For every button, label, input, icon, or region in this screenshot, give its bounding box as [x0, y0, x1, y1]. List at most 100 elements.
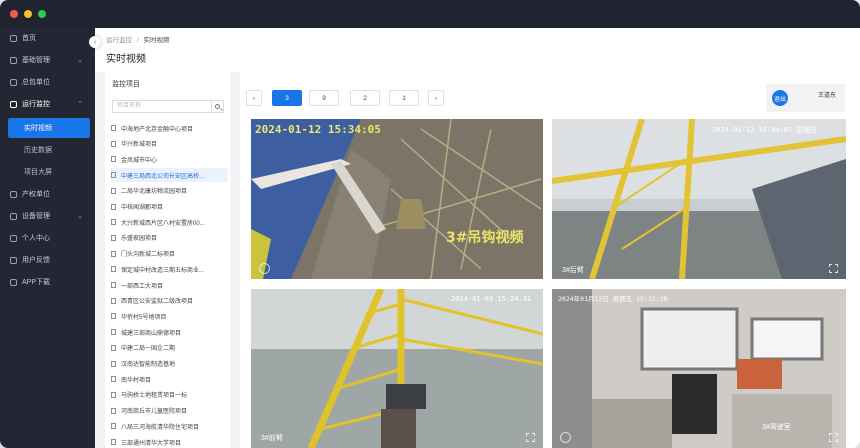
sidebar-item-label: 总包单位	[22, 79, 50, 86]
sidebar-item-app-download[interactable]: APP下载	[0, 272, 95, 292]
project-search-input[interactable]: 项目名称	[112, 100, 212, 113]
project-name: 二局华北康坊物流园项目	[121, 189, 188, 196]
project-list-item[interactable]: 马驹桥土地租赁项目一标	[111, 388, 228, 402]
breadcrumb-separator: /	[136, 37, 139, 44]
title-bar	[0, 0, 860, 28]
project-name: 中建二局一国企二期	[121, 346, 176, 353]
sidebar-item-label: 产权单位	[22, 191, 50, 198]
sidebar-subitem-history[interactable]: 历史数据	[0, 140, 95, 160]
maximize-window-button[interactable]	[38, 10, 46, 18]
project-list-item[interactable]: 西青区公安监狱二级改项目	[111, 294, 228, 308]
document-icon	[111, 282, 116, 288]
camera-feed-hook[interactable]: 2024-01-12 15:34:05 3#吊钩视频	[251, 119, 543, 279]
project-name: 南华村项目	[121, 377, 152, 384]
project-list-item[interactable]: 汉南达智能制造基地	[111, 357, 228, 371]
document-icon	[111, 250, 116, 257]
project-list-item[interactable]: 大兴新城西片区八村安置房00...	[111, 215, 228, 229]
document-icon	[111, 297, 116, 304]
pager-page-1[interactable]: 3	[272, 90, 302, 106]
pager-next-button[interactable]: ›	[428, 90, 444, 106]
sidebar-item-label: 基础管理	[22, 57, 50, 64]
video-panel: ‹ 3 9 2 1 › 退出 王道东 2024-01-12 15:34:05 3…	[240, 72, 860, 448]
feedback-icon	[10, 256, 17, 264]
sidebar-item-label: 首页	[22, 35, 36, 42]
pager-page-4[interactable]: 1	[389, 90, 419, 106]
project-list-item[interactable]: 金凤城市中心	[111, 152, 228, 166]
document-icon	[111, 313, 116, 320]
sidebar: 首页 基础管理 ⌄ 总包单位 运行监控 ⌃ 实时视频 历史数据 项目大屏 产权单位 …	[0, 28, 95, 448]
breadcrumb-parent[interactable]: 运行监控	[106, 37, 132, 44]
sidebar-item-home[interactable]: 首页	[0, 28, 95, 48]
sidebar-item-label: 个人中心	[22, 235, 50, 242]
avatar[interactable]: 退出	[772, 90, 788, 106]
sidebar-subitem-live-video[interactable]: 实时视频	[8, 118, 90, 138]
fullscreen-icon[interactable]	[829, 433, 838, 442]
project-list-item[interactable]: 三部通州清华大学项目	[111, 435, 228, 448]
search-button[interactable]	[211, 100, 224, 113]
sidebar-item-basic-management[interactable]: 基础管理 ⌄	[0, 50, 95, 70]
project-list-item[interactable]: 乐盛家园项目	[111, 231, 228, 245]
project-list-item[interactable]: 中海地产北京金融中心项目	[111, 121, 228, 135]
project-list-item[interactable]: 中核闻湖郡项目	[111, 200, 228, 214]
sidebar-item-device-management[interactable]: 设备管理 ⌄	[0, 206, 95, 226]
project-list-item[interactable]: 华侨村5号地项目	[111, 309, 228, 323]
document-icon	[111, 203, 116, 210]
project-list-item[interactable]: 河南商丘市儿童医院项目	[111, 404, 228, 418]
camera-feed-front-arm[interactable]: 2024-01-03 15:24:31 3#前臂	[251, 289, 543, 448]
document-icon	[111, 140, 116, 147]
project-name: 华侨村5号地项目	[121, 314, 167, 321]
project-list-item[interactable]: 二局华北康坊物流园项目	[111, 184, 228, 198]
project-name: 马驹桥土地租赁项目一标	[121, 393, 188, 400]
project-list-item[interactable]: 中建三局西北公司长安区高桥...	[111, 168, 228, 183]
camera-label: 3#后臂	[562, 267, 584, 274]
document-icon	[111, 407, 116, 414]
pager-page-2[interactable]: 9	[309, 90, 339, 106]
project-list-item[interactable]: 门头沟新城二标项目	[111, 247, 228, 261]
play-icon[interactable]	[560, 432, 571, 443]
document-icon	[111, 156, 116, 163]
camera-label: 3#驾驶室	[762, 424, 791, 431]
minimize-window-button[interactable]	[24, 10, 32, 18]
project-list-item[interactable]: 南华村项目	[111, 372, 228, 386]
camera-feed-cab[interactable]: 2024年01月12日 星期五 15:32:28 3#驾驶室	[552, 289, 846, 448]
sidebar-item-feedback[interactable]: 用户反馈	[0, 250, 95, 270]
project-panel: 监控项目 项目名称 中海地产北京金融中心项目 华兴新城项目 金凤城市中心 中建三局西北…	[105, 72, 230, 448]
project-name: 八局三河海航清华院住宅项目	[121, 424, 200, 431]
pager-page-3[interactable]: 2	[350, 90, 380, 106]
play-icon[interactable]	[259, 263, 270, 274]
main-area: 运行监控 / 实时视频 实时视频 监控项目 项目名称 中海地产北京金融中心项目华…	[95, 28, 860, 448]
fullscreen-icon[interactable]	[526, 433, 535, 442]
sidebar-item-label: 设备管理	[22, 213, 50, 220]
camera-image-hook	[251, 119, 543, 279]
camera-feed-rear-arm[interactable]: 2024-01-12 16:34:05 星期五 3#后臂	[552, 119, 846, 279]
close-window-button[interactable]	[10, 10, 18, 18]
sidebar-item-property-unit[interactable]: 产权单位	[0, 184, 95, 204]
sidebar-item-monitoring[interactable]: 运行监控 ⌃	[0, 94, 95, 114]
document-icon	[111, 329, 116, 336]
project-list-item[interactable]: 一部西工大项目	[111, 278, 228, 292]
device-icon	[10, 212, 17, 220]
home-icon	[10, 190, 17, 198]
project-name: 保定城中村改造三期五标商业...	[121, 267, 205, 274]
camera-overlay-text: 3#吊钩视频	[446, 230, 524, 246]
collapse-sidebar-button[interactable]: ‹	[89, 36, 101, 48]
project-list-item[interactable]: 城建三部商山鼎德项目	[111, 325, 228, 339]
document-icon	[111, 391, 116, 398]
chevron-left-icon: ‹	[93, 38, 97, 46]
project-list-item[interactable]: 八局三河海航清华院住宅项目	[111, 419, 228, 433]
document-icon	[111, 187, 116, 194]
project-list-item[interactable]: 中建二局一国企二期	[111, 341, 228, 355]
sidebar-item-profile[interactable]: 个人中心	[0, 228, 95, 248]
sidebar-item-label: 用户反馈	[22, 257, 50, 264]
document-icon	[111, 219, 116, 226]
camera-label: 3#前臂	[261, 435, 283, 442]
project-list-item[interactable]: 华兴新城项目	[111, 137, 228, 151]
sidebar-item-contractor[interactable]: 总包单位	[0, 72, 95, 92]
sidebar-subitem-dashboard[interactable]: 项目大屏	[0, 162, 95, 182]
project-name: 中核闻湖郡项目	[121, 205, 164, 211]
camera-timestamp: 2024-01-12 15:34:05	[255, 123, 381, 136]
pager-prev-button[interactable]: ‹	[246, 90, 262, 106]
project-list-item[interactable]: 保定城中村改造三期五标商业...	[111, 262, 228, 276]
document-icon	[111, 125, 116, 131]
fullscreen-icon[interactable]	[829, 264, 838, 273]
